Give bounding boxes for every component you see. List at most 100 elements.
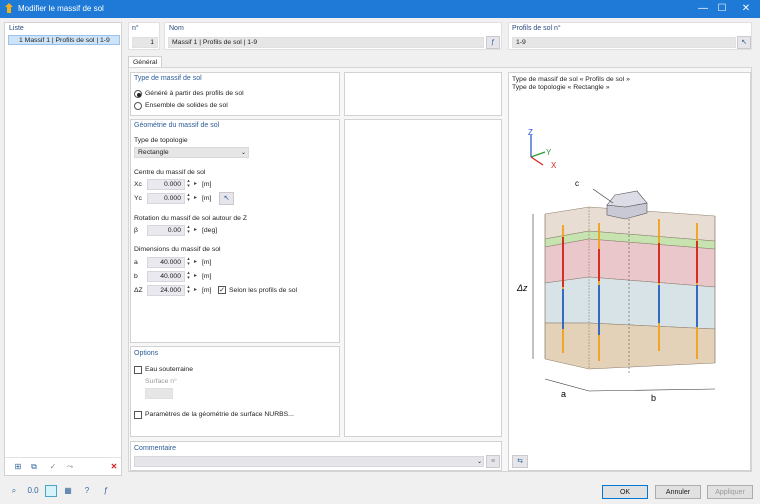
according-profiles-label: Selon les profils de sol xyxy=(229,287,298,294)
type-section-title: Type de massif de sol xyxy=(134,75,202,82)
yc-input[interactable]: 0.000 xyxy=(147,193,185,204)
beta-stepper[interactable]: ▴ ▾ xyxy=(185,225,192,236)
check-all-icon[interactable]: ✓ xyxy=(45,460,61,473)
number-field[interactable]: 1 xyxy=(132,37,158,48)
axis-x-label: X xyxy=(551,161,557,170)
title-bar: Modifier le massif de sol — ☐ ✕ xyxy=(0,0,760,18)
list-header: Liste xyxy=(9,25,24,32)
dz-input[interactable]: 24.000 xyxy=(147,285,185,296)
options-section-title: Options xyxy=(134,350,159,357)
function-icon[interactable]: ƒ xyxy=(98,484,114,497)
surface-label: Surface n° xyxy=(145,378,177,385)
b-input[interactable]: 40.000 xyxy=(147,271,185,282)
a-expand-icon[interactable]: ▸ xyxy=(192,257,199,268)
axis-z-label: Z xyxy=(528,128,533,137)
xc-input[interactable]: 0.000 xyxy=(147,179,185,190)
dz-unit: [m] xyxy=(202,287,212,294)
select-profiles-icon[interactable]: ↖ xyxy=(737,36,751,49)
preview-options-icon[interactable]: ⇆ xyxy=(512,455,528,468)
comment-menu-icon[interactable]: ≡ xyxy=(486,455,500,468)
search-icon[interactable]: ⌕ xyxy=(6,484,22,497)
label-c: c xyxy=(575,179,579,188)
xc-label: Xc xyxy=(134,181,142,188)
yc-expand-icon[interactable]: ▸ xyxy=(192,193,199,204)
preview-panel: Type de massif de sol « Profils de sol »… xyxy=(508,72,751,471)
surface-field xyxy=(145,388,173,399)
pick-center-icon[interactable]: ↖ xyxy=(219,192,234,205)
profiles-box: Profils de sol n° 1-9 ↖ xyxy=(508,22,752,50)
solids-radio[interactable] xyxy=(134,102,142,110)
label-dz: Δz xyxy=(516,283,528,293)
topology-select[interactable]: Rectangle ⌄ xyxy=(134,147,249,158)
b-stepper[interactable]: ▴ ▾ xyxy=(185,271,192,282)
dz-stepper[interactable]: ▴ ▾ xyxy=(185,285,192,296)
number-label: n° xyxy=(132,25,139,32)
apply-button[interactable]: Appliquer xyxy=(707,485,753,499)
comment-title: Commentaire xyxy=(134,445,177,452)
name-field[interactable]: Massif 1 | Profils de sol | 1-9 xyxy=(168,37,484,48)
a-stepper[interactable]: ▴ ▾ xyxy=(185,257,192,268)
profiles-label: Profils de sol n° xyxy=(512,25,561,32)
axis-y-label: Y xyxy=(546,148,552,157)
table-icon[interactable]: ▦ xyxy=(60,484,76,497)
list-item-label: 1 Massif 1 | Profils de sol | 1-9 xyxy=(19,37,110,44)
options-section: Options Eau souterraine Surface n° Param… xyxy=(130,346,340,437)
color-icon[interactable] xyxy=(45,485,57,497)
b-label: b xyxy=(134,273,138,280)
groundwater-label: Eau souterraine xyxy=(145,366,193,373)
b-unit: [m] xyxy=(202,273,212,280)
yc-label: Yc xyxy=(134,195,142,202)
soil-diagram: Z Y X c Δz a b xyxy=(516,128,716,403)
help-icon[interactable]: ? xyxy=(79,484,95,497)
yc-stepper[interactable]: ▴ ▾ xyxy=(185,193,192,204)
center-label: Centre du massif de sol xyxy=(134,169,206,176)
b-expand-icon[interactable]: ▸ xyxy=(192,271,199,282)
profiles-field[interactable]: 1-9 xyxy=(512,37,736,48)
beta-input[interactable]: 0.00 xyxy=(147,225,185,236)
comment-input[interactable]: ⌄ xyxy=(134,456,484,467)
groundwater-checkbox[interactable] xyxy=(134,366,142,374)
nurbs-label: Paramètres de la géométrie de surface NU… xyxy=(145,411,294,418)
dz-expand-icon[interactable]: ▸ xyxy=(192,285,199,296)
beta-expand-icon[interactable]: ▸ xyxy=(192,225,199,236)
according-profiles-checkbox[interactable]: ✓ xyxy=(218,286,226,294)
xc-expand-icon[interactable]: ▸ xyxy=(192,179,199,190)
nurbs-checkbox[interactable] xyxy=(134,411,142,419)
type-section: Type de massif de sol Généré à partir de… xyxy=(130,72,340,116)
label-b: b xyxy=(651,393,656,403)
rotation-label: Rotation du massif de sol autour de Z xyxy=(134,215,247,222)
list-item[interactable]: 1 Massif 1 | Profils de sol | 1-9 xyxy=(8,35,120,45)
xc-stepper[interactable]: ▴ ▾ xyxy=(185,179,192,190)
comment-section: Commentaire ⌄ ≡ xyxy=(130,441,502,471)
tab-general-label: Général xyxy=(133,59,158,66)
copy-item-icon[interactable]: ⧉ xyxy=(26,460,42,473)
topology-label: Type de topologie xyxy=(134,137,188,144)
geometry-section-title: Géométrie du massif de sol xyxy=(134,122,220,129)
generated-radio-label: Généré à partir des profils de sol xyxy=(145,90,244,97)
edit-name-icon[interactable]: ƒ xyxy=(486,36,500,49)
label-a: a xyxy=(561,389,566,399)
dims-label: Dimensions du massif de sol xyxy=(134,246,221,253)
a-label: a xyxy=(134,259,138,266)
app-icon xyxy=(5,3,13,13)
ok-button[interactable]: OK xyxy=(602,485,648,499)
beta-label: β xyxy=(134,227,138,234)
uncheck-icon[interactable]: ⤳ xyxy=(62,460,78,473)
geometry-side-panel xyxy=(344,119,502,437)
units-icon[interactable]: 0.0 xyxy=(25,484,41,497)
new-item-icon[interactable]: ⊞ xyxy=(10,460,26,473)
name-label: Nom xyxy=(169,25,184,32)
topology-value: Rectangle xyxy=(138,149,169,156)
dz-label: ΔZ xyxy=(134,287,143,294)
a-input[interactable]: 40.000 xyxy=(147,257,185,268)
cancel-button[interactable]: Annuler xyxy=(655,485,701,499)
yc-unit: [m] xyxy=(202,195,212,202)
xc-unit: [m] xyxy=(202,181,212,188)
generated-radio[interactable] xyxy=(134,90,142,98)
close-button[interactable]: ✕ xyxy=(731,0,760,18)
number-box: n° 1 xyxy=(128,22,160,50)
window-title: Modifier le massif de sol xyxy=(18,4,104,13)
solids-radio-label: Ensemble de solides de sol xyxy=(145,102,228,109)
type-side-panel xyxy=(344,72,502,116)
delete-icon[interactable]: ✕ xyxy=(106,460,122,473)
